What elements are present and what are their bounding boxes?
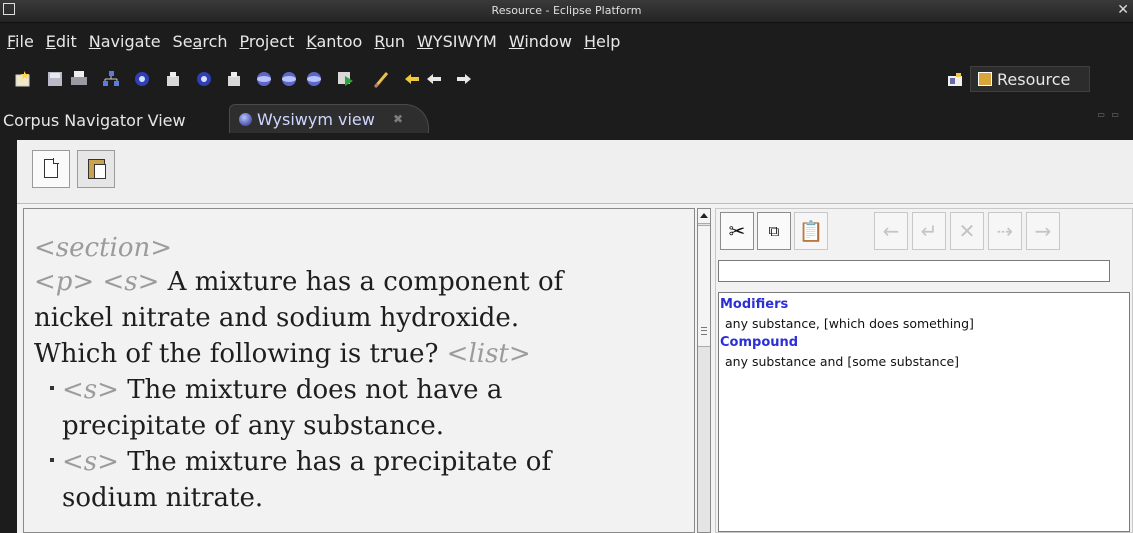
cut-icon: ✂ [728, 219, 746, 243]
group-title-compound: Compound [720, 335, 799, 350]
move-right-button[interactable]: → [1026, 212, 1060, 250]
list-item[interactable]: any substance, [which does something] [725, 316, 974, 331]
editor-line: Which of the following is true? <list> [34, 339, 531, 369]
insert-before-button[interactable]: ↵ [912, 212, 946, 250]
copy-icon: ⧉ [768, 222, 780, 240]
editor-line: <s> The mixture does not have a [50, 375, 502, 405]
brush-icon[interactable] [373, 70, 391, 88]
hierarchy-icon[interactable] [102, 70, 120, 88]
copy-button[interactable]: ⧉ [757, 212, 791, 250]
wysiwym-editor[interactable]: <section> <p> <s> A mixture has a compon… [23, 208, 695, 533]
editor-line: sodium nitrate. [62, 483, 264, 513]
editor-scrollbar[interactable] [697, 208, 711, 533]
palette-filter-input[interactable] [718, 260, 1110, 282]
print-icon[interactable] [70, 70, 88, 88]
save-icon[interactable] [46, 70, 64, 88]
run-icon[interactable] [337, 70, 355, 88]
menu-search[interactable]: Search [173, 32, 228, 56]
globe-icon[interactable] [305, 70, 323, 88]
menu-wysiwym[interactable]: WYSIWYM [417, 32, 497, 56]
editor-line: precipitate of any substance. [62, 411, 445, 441]
arrow-right-icon: → [1034, 219, 1052, 243]
back-icon[interactable] [425, 70, 443, 88]
menu-navigate[interactable]: Navigate [89, 32, 161, 56]
scrollbar-grip[interactable] [701, 327, 707, 335]
list-item[interactable]: any substance and [some substance] [725, 354, 959, 369]
new-document-button[interactable] [32, 150, 70, 188]
editor-line: <p> <s> A mixture has a component of [34, 267, 564, 297]
arrow-left-icon[interactable] [403, 70, 421, 88]
move-left-button[interactable]: ← [874, 212, 908, 250]
new-document-icon [44, 158, 59, 178]
tool-icon[interactable] [164, 70, 182, 88]
close-window-icon[interactable]: ✕ [1117, 2, 1129, 18]
menu-window[interactable]: Window [509, 32, 572, 56]
window-title: Resource - Eclipse Platform [491, 4, 642, 17]
palette-list[interactable]: Modifiers any substance, [which does som… [718, 292, 1130, 532]
group-title-modifiers: Modifiers [720, 297, 789, 312]
editor-line: <section> [34, 233, 173, 263]
cut-button[interactable]: ✂ [720, 212, 754, 250]
main-toolbar [0, 63, 1133, 95]
globe-icon [239, 113, 252, 126]
menu-project[interactable]: Project [240, 32, 295, 56]
editor-line: nickel nitrate and sodium hydroxide. [34, 303, 520, 333]
bullet-icon [50, 458, 54, 462]
menu-help[interactable]: Help [584, 32, 620, 56]
tool-icon[interactable] [225, 70, 243, 88]
globe-icon[interactable] [255, 70, 273, 88]
tab-wysiwym-view[interactable]: Wysiwym view ✖ [229, 104, 429, 133]
insert-before-icon: ↵ [920, 219, 938, 243]
paste-button[interactable]: 📋 [794, 212, 828, 250]
globe-icon[interactable] [280, 70, 298, 88]
view-tab-bar: Corpus Navigator View Wysiwym view ✖ [0, 104, 1133, 133]
wysiwym-view: <section> <p> <s> A mixture has a compon… [17, 140, 1133, 533]
new-wizard-icon[interactable] [14, 70, 32, 88]
paste-document-button[interactable] [77, 150, 115, 188]
view-toolbar [17, 140, 1133, 204]
arrow-left-icon: ← [882, 219, 900, 243]
menu-bar: File Edit Navigate Search Project Kantoo… [0, 32, 626, 56]
forward-icon[interactable] [455, 70, 473, 88]
delete-button[interactable]: ✕ [950, 212, 984, 250]
menu-run[interactable]: Run [374, 32, 405, 56]
tab-corpus-navigator[interactable]: Corpus Navigator View [3, 111, 186, 130]
perspective-resource-button[interactable]: Resource [970, 66, 1090, 92]
paste-icon: 📋 [798, 219, 824, 243]
title-bar: Resource - Eclipse Platform ✕ [0, 0, 1133, 23]
folder-icon [978, 72, 992, 86]
editor-line: <s> The mixture has a precipitate of [50, 447, 551, 477]
insert-after-button[interactable]: ⇢ [988, 212, 1022, 250]
paste-icon [88, 159, 106, 179]
close-tab-icon[interactable]: ✖ [393, 112, 403, 126]
insert-after-icon: ⇢ [996, 219, 1014, 243]
menu-kantoo[interactable]: Kantoo [306, 32, 362, 56]
bullet-icon [50, 386, 54, 390]
scroll-up-icon[interactable] [698, 209, 710, 224]
disc-icon[interactable] [133, 70, 151, 88]
minimize-maximize-icon[interactable]: ▭ ▭ [1097, 110, 1121, 119]
menu-edit[interactable]: Edit [46, 32, 77, 56]
open-perspective-icon[interactable] [947, 72, 963, 86]
disc-icon[interactable] [195, 70, 213, 88]
menu-file[interactable]: File [7, 32, 34, 56]
delete-icon: ✕ [958, 219, 976, 243]
wysiwym-palette: ✂ ⧉ 📋 ← ↵ ✕ ⇢ → Modifiers any substance,… [715, 208, 1133, 533]
